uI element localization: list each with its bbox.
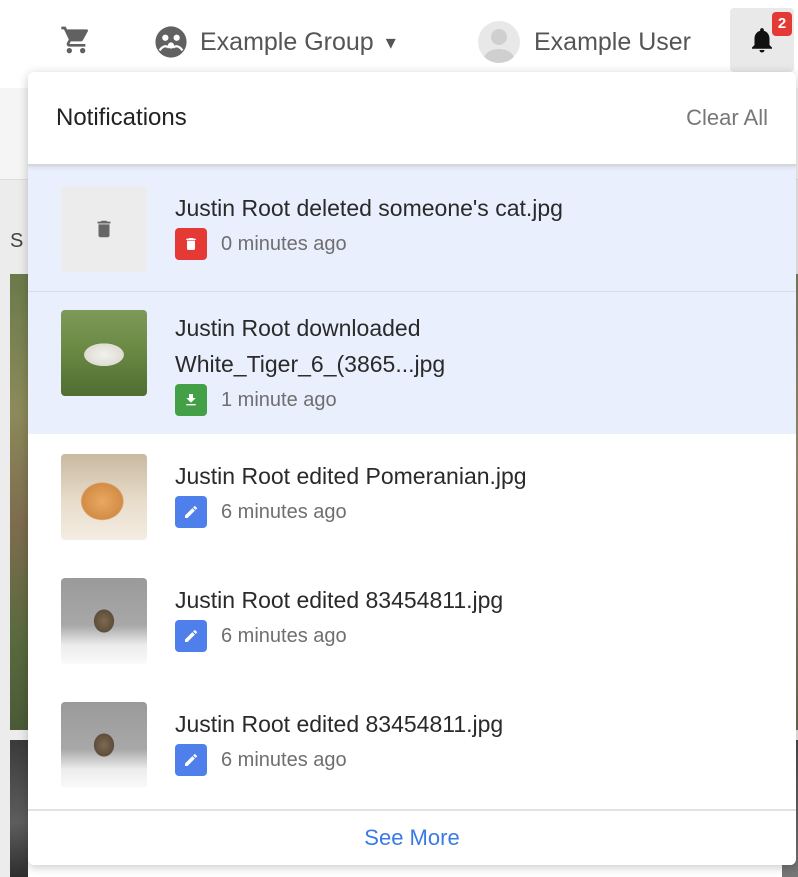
user-menu[interactable]: Example User <box>478 20 691 64</box>
white-tiger-thumbnail <box>61 310 147 396</box>
notifications-dropdown: Notifications Clear All Justin Root dele… <box>28 72 796 865</box>
background-letter: S <box>10 230 24 252</box>
group-name: Example Group <box>200 27 374 56</box>
background-left-column: S <box>0 180 28 877</box>
notification-item[interactable]: Justin Root edited 83454811.jpg 6 minute… <box>28 558 796 682</box>
notifications-header: Notifications Clear All <box>28 72 796 166</box>
clear-all-button[interactable]: Clear All <box>686 105 768 131</box>
download-type-badge <box>175 384 207 416</box>
trash-icon <box>97 220 111 238</box>
background-photo <box>10 274 28 730</box>
notification-item[interactable]: Justin Root edited Pomeranian.jpg 6 minu… <box>28 434 796 558</box>
notifications-title: Notifications <box>56 104 187 131</box>
pencil-icon <box>185 505 198 518</box>
notifications-footer: See More <box>28 809 796 865</box>
notification-item[interactable]: Justin Root downloaded White_Tiger_6_(38… <box>28 292 796 434</box>
cart-icon <box>61 26 89 54</box>
notification-time: 6 minutes ago <box>221 500 347 523</box>
notification-text: Justin Root deleted someone's cat.jpg <box>175 195 563 221</box>
trash-placeholder-thumbnail <box>61 186 147 272</box>
delete-type-badge <box>175 228 207 260</box>
pencil-icon <box>185 629 198 642</box>
group-icon <box>155 26 187 58</box>
user-avatar-icon <box>484 29 514 63</box>
background-photo <box>10 740 28 877</box>
group-selector[interactable]: Example Group ▾ <box>154 22 396 62</box>
notification-item[interactable]: Justin Root deleted someone's cat.jpg 0 … <box>28 166 796 292</box>
notification-time: 6 minutes ago <box>221 748 347 771</box>
cart-button[interactable] <box>58 22 94 58</box>
kitten-thumbnail <box>61 702 147 788</box>
avatar <box>478 21 520 63</box>
notification-text: Justin Root edited Pomeranian.jpg <box>175 463 527 489</box>
edit-type-badge <box>175 496 207 528</box>
notification-text: Justin Root edited 83454811.jpg <box>175 711 504 737</box>
notification-time: 1 minute ago <box>221 388 337 411</box>
user-name: Example User <box>534 27 691 56</box>
notification-time: 0 minutes ago <box>221 232 347 255</box>
notification-count-badge: 2 <box>772 12 792 36</box>
notification-time: 6 minutes ago <box>221 624 347 647</box>
notifications-button[interactable]: 2 <box>730 8 794 72</box>
download-icon <box>186 394 196 406</box>
notifications-list: Justin Root deleted someone's cat.jpg 0 … <box>28 166 796 794</box>
pomeranian-thumbnail <box>61 454 147 540</box>
edit-type-badge <box>175 744 207 776</box>
see-more-link[interactable]: See More <box>364 825 459 851</box>
notification-text: Justin Root downloaded White_Tiger_6_(38… <box>175 315 446 377</box>
notification-text: Justin Root edited 83454811.jpg <box>175 587 504 613</box>
trash-icon <box>186 238 196 250</box>
pencil-icon <box>185 753 198 766</box>
edit-type-badge <box>175 620 207 652</box>
chevron-down-icon: ▾ <box>385 31 396 54</box>
notification-item[interactable]: Justin Root edited 83454811.jpg 6 minute… <box>28 682 796 794</box>
kitten-thumbnail <box>61 578 147 664</box>
